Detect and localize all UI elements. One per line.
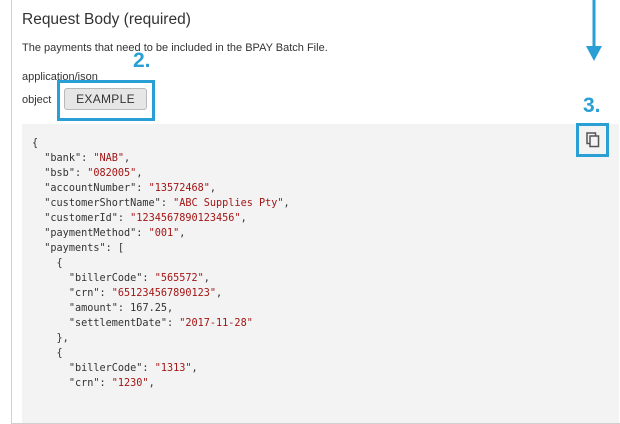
object-label: object	[22, 94, 52, 106]
arrow-down-icon	[586, 0, 602, 61]
code-line: },	[32, 333, 69, 344]
code-line: "bsb": "082005",	[44, 168, 143, 179]
copy-icon	[585, 132, 599, 148]
code-line: "crn": "1230",	[68, 378, 155, 389]
request-body-description: The payments that need to be included in…	[22, 42, 328, 54]
code-line: "payments": [	[44, 243, 125, 254]
example-json-code: { "bank": "NAB", "bsb": "082005", "accou…	[32, 136, 290, 391]
code-line: {	[32, 258, 63, 269]
code-line: "customerId": "1234567890123456",	[44, 213, 247, 224]
code-line: "settlementDate": "2017-11-28"	[68, 318, 253, 329]
step-3-annotation: 3.	[583, 94, 601, 117]
code-line: "customerShortName": "ABC Supplies Pty",	[44, 198, 290, 209]
code-line: "crn": "651234567890123",	[68, 288, 223, 299]
request-body-title: Request Body (required)	[22, 11, 191, 28]
code-line: "amount": 167.25,	[68, 303, 174, 314]
code-line: "billerCode": "565572",	[68, 273, 210, 284]
code-line: {	[32, 348, 63, 359]
example-button[interactable]: EXAMPLE	[64, 88, 147, 110]
code-line: "accountNumber": "13572468",	[44, 183, 217, 194]
code-line: "bank": "NAB",	[44, 153, 131, 164]
code-line: "billerCode": "1313",	[68, 363, 198, 374]
step-2-annotation: 2.	[133, 49, 151, 72]
code-line: "paymentMethod": "001",	[44, 228, 186, 239]
code-line: {	[32, 138, 39, 149]
copy-button[interactable]	[576, 123, 609, 157]
